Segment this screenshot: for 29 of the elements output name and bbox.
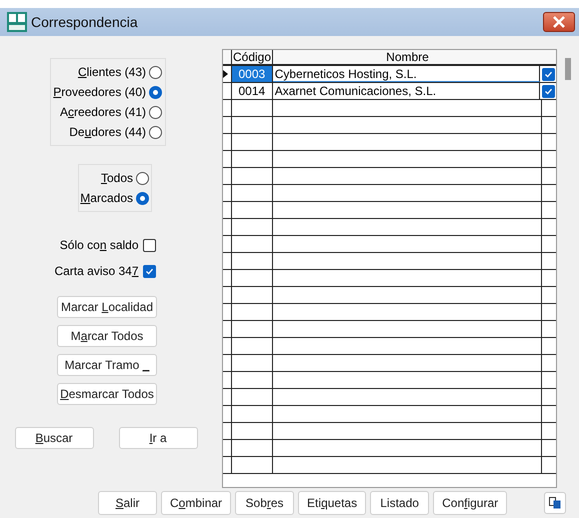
nav-button[interactable]: Ir a: [118, 427, 198, 449]
radio-label: Acreedores (41): [60, 104, 146, 121]
radio-label: Clientes (43): [78, 64, 146, 81]
table-cell: 0003: [232, 66, 273, 82]
footer-button[interactable]: Salir: [98, 491, 157, 515]
footer-button[interactable]: Sobres: [235, 491, 294, 515]
table-row[interactable]: 0003 Cyberneticos Hosting, S.L.: [223, 66, 556, 83]
mark-button[interactable]: Marcar Localidad: [57, 296, 157, 318]
footer-button[interactable]: Etiquetas: [298, 491, 366, 515]
radio-label: Todos: [100, 170, 133, 187]
column-header: Código: [232, 50, 273, 64]
window-title: Correspondencia: [31, 12, 138, 32]
radio-label: Proveedores (40): [53, 84, 146, 101]
table-cell: Cyberneticos Hosting, S.L.: [272, 66, 540, 82]
column-header: Nombre: [385, 50, 430, 64]
footer-button[interactable]: Combinar: [161, 491, 232, 515]
mark-button[interactable]: Marcar Tramo _: [57, 354, 157, 376]
nav-button[interactable]: Buscar: [14, 427, 94, 449]
mark-button[interactable]: Desmarcar Todos: [57, 383, 157, 405]
table-cell: Axarnet Comunicaciones, S.L.: [272, 83, 540, 99]
table-cell: 0014: [232, 83, 273, 99]
table-row[interactable]: 0014 Axarnet Comunicaciones, S.L.: [223, 83, 556, 100]
checkbox-label: Sólo con saldo: [60, 237, 139, 254]
checkbox-label: Carta aviso 347: [54, 263, 139, 280]
mark-button[interactable]: Marcar Todos: [57, 325, 157, 347]
radio-label: Marcados: [80, 190, 133, 207]
radio-label: Deudores (44): [69, 124, 146, 141]
footer-button[interactable]: Configurar: [433, 491, 508, 515]
footer-button[interactable]: Listado: [370, 491, 430, 515]
